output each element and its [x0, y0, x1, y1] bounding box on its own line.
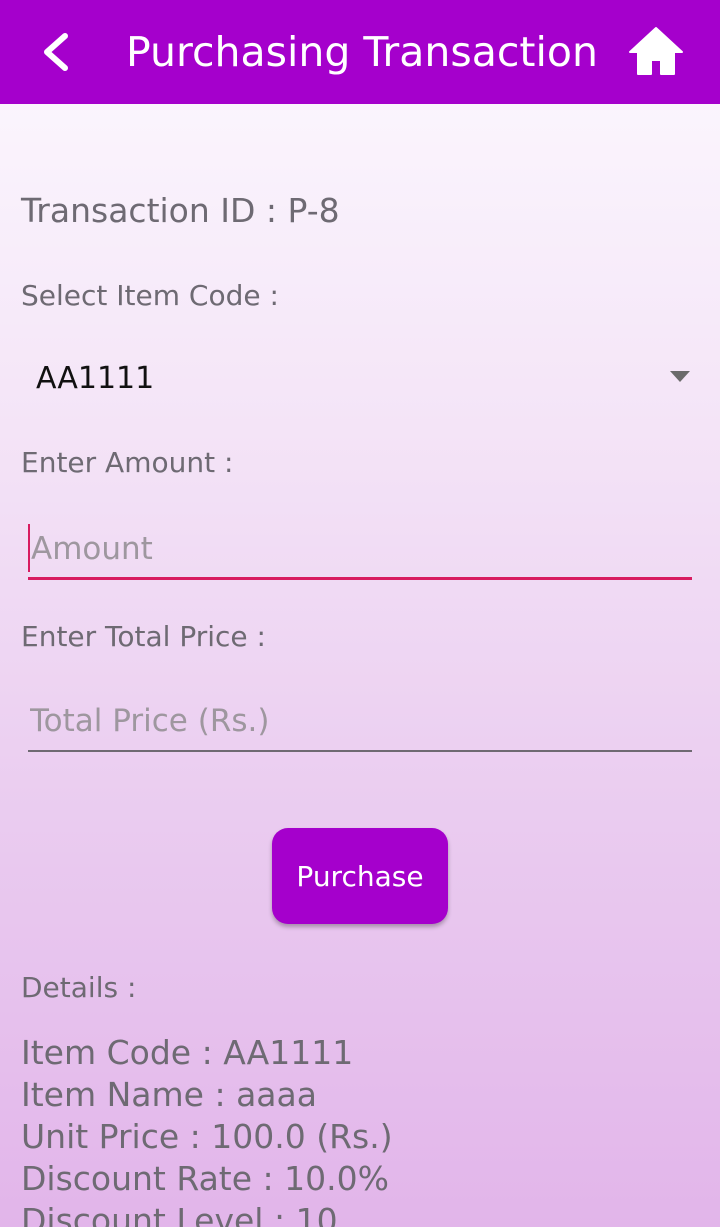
amount-underline [28, 577, 692, 580]
item-code-label: Select Item Code : [21, 279, 279, 312]
total-price-input[interactable] [28, 696, 694, 746]
item-code-selected-value: AA1111 [36, 361, 155, 396]
total-price-underline [28, 750, 692, 752]
amount-label: Enter Amount : [21, 446, 234, 479]
back-button[interactable] [24, 22, 88, 82]
purchase-button[interactable]: Purchase [272, 828, 448, 924]
home-button[interactable] [626, 24, 686, 80]
detail-item-name: Item Name : aaaa [21, 1075, 317, 1114]
text-cursor [28, 524, 30, 572]
details-list: Item Code : AA1111 Item Name : aaaa Unit… [21, 1032, 393, 1227]
detail-discount-level: Discount Level : 10 [21, 1201, 338, 1227]
detail-unit-price: Unit Price : 100.0 (Rs.) [21, 1117, 393, 1156]
details-label: Details : [21, 971, 137, 1004]
total-price-label: Enter Total Price : [21, 620, 266, 653]
detail-discount-rate: Discount Rate : 10.0% [21, 1159, 389, 1198]
dropdown-arrow-icon [670, 371, 690, 382]
chevron-left-icon [44, 33, 68, 71]
total-price-field [28, 696, 694, 752]
item-code-dropdown[interactable]: AA1111 [20, 352, 700, 406]
amount-input[interactable] [28, 524, 695, 574]
transaction-id: Transaction ID : P-8 [21, 191, 340, 230]
detail-item-code: Item Code : AA1111 [21, 1033, 354, 1072]
app-bar: Purchasing Transaction [0, 0, 720, 104]
page-title: Purchasing Transaction [126, 28, 598, 76]
amount-field [28, 524, 695, 580]
home-icon [629, 27, 683, 75]
